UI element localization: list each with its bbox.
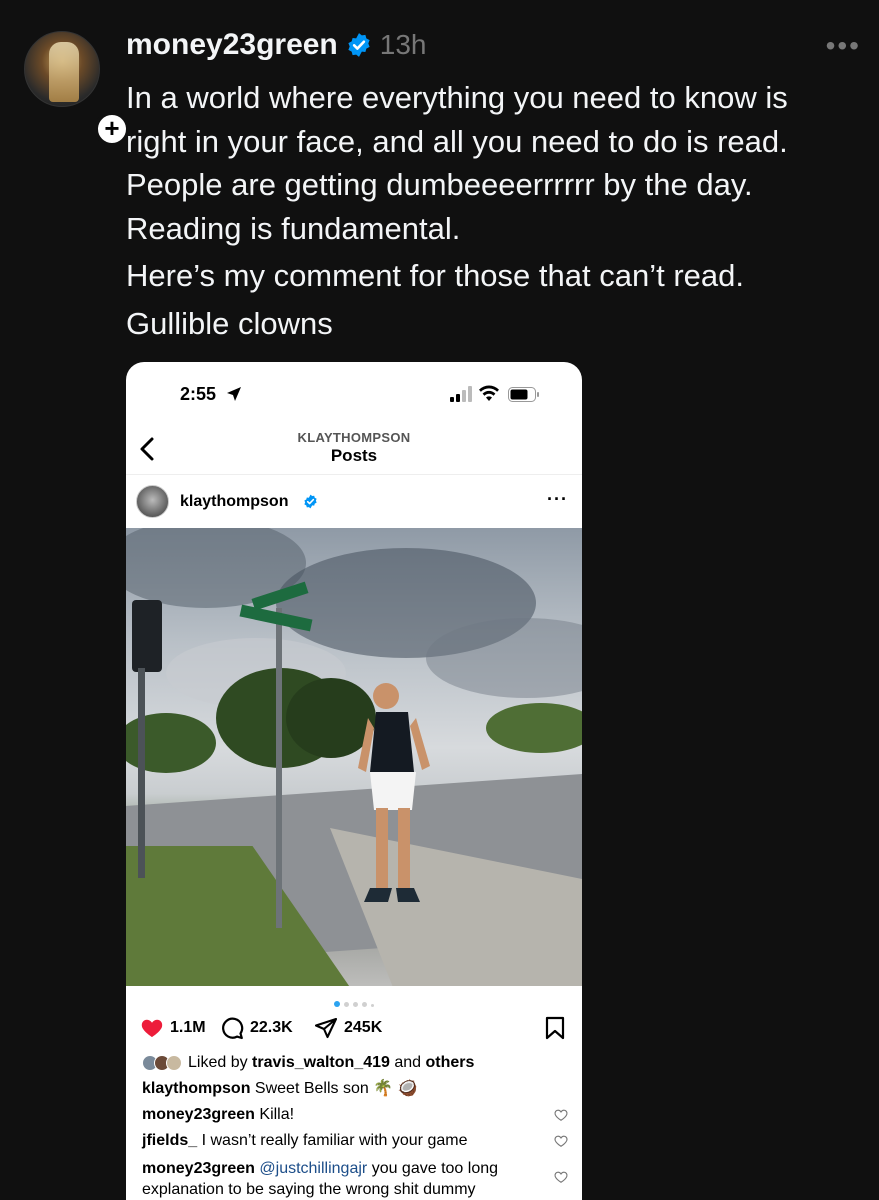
author-avatar-wrap[interactable]: + [24, 31, 130, 147]
bookmark-icon[interactable] [544, 1016, 566, 1040]
account-avatar[interactable] [136, 485, 169, 518]
liked-by-text: Liked by travis_walton_419 and others [188, 1054, 475, 1071]
post-options-icon[interactable]: ··· [547, 489, 568, 510]
author-username[interactable]: money23green [126, 28, 338, 62]
comment-user[interactable]: money23green [142, 1106, 255, 1123]
account-name[interactable]: klaythompson [180, 493, 288, 511]
wifi-icon [479, 385, 499, 401]
post-body: In a world where everything you need to … [126, 76, 846, 349]
post-line: In a world where everything you need to … [126, 80, 788, 202]
comment-button[interactable]: 22.3K [220, 1016, 293, 1040]
location-arrow-icon [227, 387, 241, 401]
heart-filled-icon [141, 1019, 163, 1037]
send-paper-plane-icon [314, 1017, 338, 1039]
post-account-row: klaythompson ··· [126, 474, 582, 528]
follow-plus-icon[interactable]: + [94, 111, 130, 147]
comment-like-heart-icon[interactable] [554, 1108, 568, 1122]
comment-count: 22.3K [250, 1019, 293, 1036]
comment-mention[interactable]: @justchillingajr [259, 1160, 367, 1177]
liked-by-row[interactable]: Liked by travis_walton_419 and others [142, 1054, 474, 1072]
verified-badge-icon [348, 33, 370, 57]
comment-user[interactable]: jfields_ [142, 1132, 197, 1149]
comment-item: jfields_ I wasn’t really familiar with y… [142, 1130, 542, 1151]
post-header: money23green 13h [126, 28, 426, 62]
post-actions: 1.1M 22.3K 245K [126, 1012, 582, 1046]
post-line: Here’s my comment for those that can’t r… [126, 258, 744, 293]
avatar[interactable] [24, 31, 100, 107]
caption-user[interactable]: klaythompson [142, 1080, 250, 1097]
like-count: 1.1M [170, 1019, 206, 1036]
verified-badge-icon [304, 494, 317, 509]
attached-screenshot[interactable]: 2:55 KLAYTHOMPSON Posts klaythompson ··· [126, 362, 582, 1200]
person-figure [358, 683, 430, 902]
post-time: 13h [379, 29, 427, 60]
post-line: Reading is fundamental. [126, 210, 461, 246]
status-time: 2:55 [180, 384, 217, 404]
battery-icon [508, 387, 539, 402]
share-count: 245K [344, 1019, 383, 1036]
posts-nav-bar: KLAYTHOMPSON Posts [126, 424, 582, 474]
status-bar: 2:55 [126, 362, 582, 424]
like-button[interactable]: 1.1M [140, 1016, 206, 1040]
comment-like-heart-icon[interactable] [554, 1134, 568, 1148]
nav-account-label: KLAYTHOMPSON [297, 430, 411, 445]
more-horizontal-icon[interactable]: ••• [826, 30, 861, 62]
share-button[interactable]: 245K [314, 1016, 382, 1040]
post-photo[interactable] [126, 528, 582, 986]
comment-text: I wasn’t really familiar with your game [201, 1132, 468, 1149]
post-line: Gullible clowns [126, 305, 333, 341]
comment-user[interactable]: money23green [142, 1160, 255, 1177]
cellular-signal-icon [450, 386, 472, 402]
carousel-indicator [126, 994, 582, 1012]
liked-by-user[interactable]: travis_walton_419 [252, 1054, 390, 1071]
comment-item: money23green Killa! [142, 1104, 542, 1125]
caption-text: Sweet Bells son 🌴 🥥 [254, 1080, 418, 1097]
comment-bubble-icon [222, 1017, 244, 1040]
comment-text: Killa! [259, 1106, 295, 1123]
nav-title: Posts [330, 446, 378, 465]
comment-item: money23green @justchillingajr you gave t… [142, 1158, 542, 1200]
caption: klaythompson Sweet Bells son 🌴 🥥 [142, 1078, 542, 1099]
comment-like-heart-icon[interactable] [554, 1170, 568, 1184]
